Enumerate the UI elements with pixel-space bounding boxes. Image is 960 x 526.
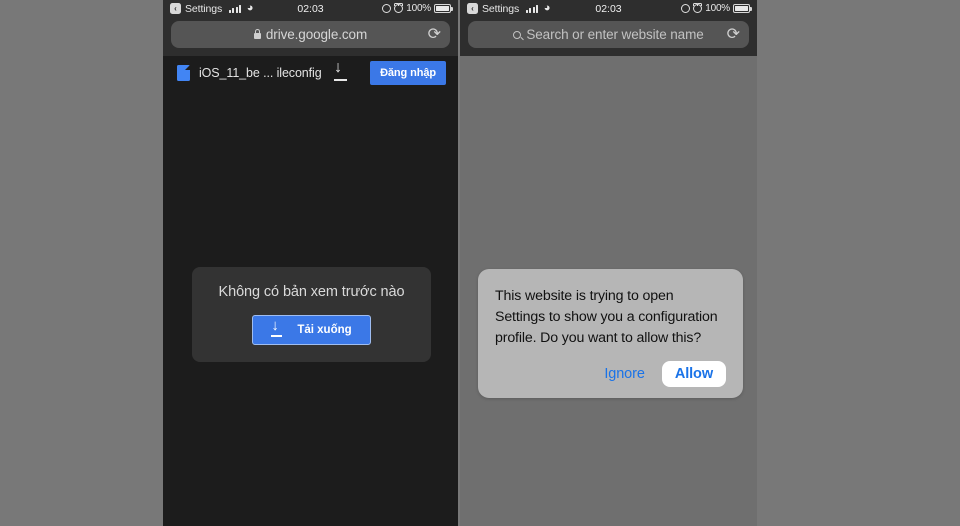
right-phone-screen: ‹ Settings ◕ 02:03 100% Search or enter …	[460, 0, 757, 526]
no-preview-card: Không có bản xem trước nào Tải xuống	[192, 267, 431, 362]
screenshot-stage: ‹ Settings ◕ 02:03 100% drive.google.com…	[0, 0, 960, 526]
status-bar-left-group: ‹ Settings ◕	[467, 3, 550, 15]
drive-preview-page: iOS_11_be ... ileconfig Đăng nhập Không …	[163, 56, 458, 526]
status-bar-left-group: ‹ Settings ◕	[170, 3, 253, 15]
left-phone-screen: ‹ Settings ◕ 02:03 100% drive.google.com…	[163, 0, 458, 526]
drive-file-header: iOS_11_be ... ileconfig Đăng nhập	[163, 56, 458, 90]
search-placeholder-label: Search or enter website name	[526, 27, 704, 42]
download-arrow-icon	[271, 318, 284, 337]
file-document-icon	[177, 65, 190, 81]
right-url-bar-container: Search or enter website name ⟳	[460, 17, 757, 56]
url-display[interactable]: drive.google.com	[253, 27, 368, 42]
url-label: drive.google.com	[265, 27, 368, 42]
alarm-clock-icon	[693, 2, 703, 13]
left-status-bar: ‹ Settings ◕ 02:03 100%	[163, 0, 458, 17]
status-bar-back-app-label[interactable]: Settings	[482, 3, 519, 15]
sign-in-button[interactable]: Đăng nhập	[370, 61, 446, 85]
location-arrow-icon	[681, 4, 691, 13]
wifi-icon: ◕	[543, 2, 551, 14]
search-icon	[513, 30, 522, 39]
download-button-label: Tải xuống	[297, 324, 352, 336]
status-bar-right-group: 100%	[382, 2, 453, 14]
battery-full-icon	[733, 4, 752, 13]
alert-actions: Ignore Allow	[495, 360, 726, 387]
alarm-clock-icon	[394, 2, 404, 13]
cellular-signal-icon	[526, 4, 538, 13]
ignore-button[interactable]: Ignore	[593, 361, 656, 387]
allow-button[interactable]: Allow	[661, 360, 726, 387]
left-url-bar-container: drive.google.com ⟳	[163, 17, 458, 56]
right-status-bar: ‹ Settings ◕ 02:03 100%	[460, 0, 757, 17]
download-icon[interactable]	[333, 60, 349, 81]
file-name-label: iOS_11_be ... ileconfig	[199, 66, 322, 80]
back-chevron-badge-icon[interactable]: ‹	[467, 3, 478, 14]
battery-full-icon	[434, 4, 453, 13]
reload-icon[interactable]: ⟳	[727, 26, 740, 43]
cellular-signal-icon	[229, 4, 241, 13]
left-url-bar[interactable]: drive.google.com ⟳	[171, 21, 450, 48]
download-file-button[interactable]: Tải xuống	[252, 315, 371, 345]
no-preview-message: Không có bản xem trước nào	[218, 284, 405, 300]
location-arrow-icon	[382, 4, 392, 13]
open-settings-alert-dialog: This website is trying to open Settings …	[478, 269, 743, 398]
wifi-icon: ◕	[246, 2, 254, 14]
status-bar-right-group: 100%	[681, 2, 752, 14]
back-chevron-badge-icon[interactable]: ‹	[170, 3, 181, 14]
status-bar-back-app-label[interactable]: Settings	[185, 3, 222, 15]
battery-percent-label: 100%	[406, 3, 431, 14]
lock-icon	[253, 28, 261, 39]
battery-percent-label: 100%	[705, 3, 730, 14]
alert-message: This website is trying to open Settings …	[495, 288, 718, 346]
blank-web-page: This website is trying to open Settings …	[460, 56, 757, 526]
search-field[interactable]: Search or enter website name	[513, 27, 704, 42]
right-url-bar[interactable]: Search or enter website name ⟳	[468, 21, 749, 48]
reload-icon[interactable]: ⟳	[428, 26, 441, 43]
